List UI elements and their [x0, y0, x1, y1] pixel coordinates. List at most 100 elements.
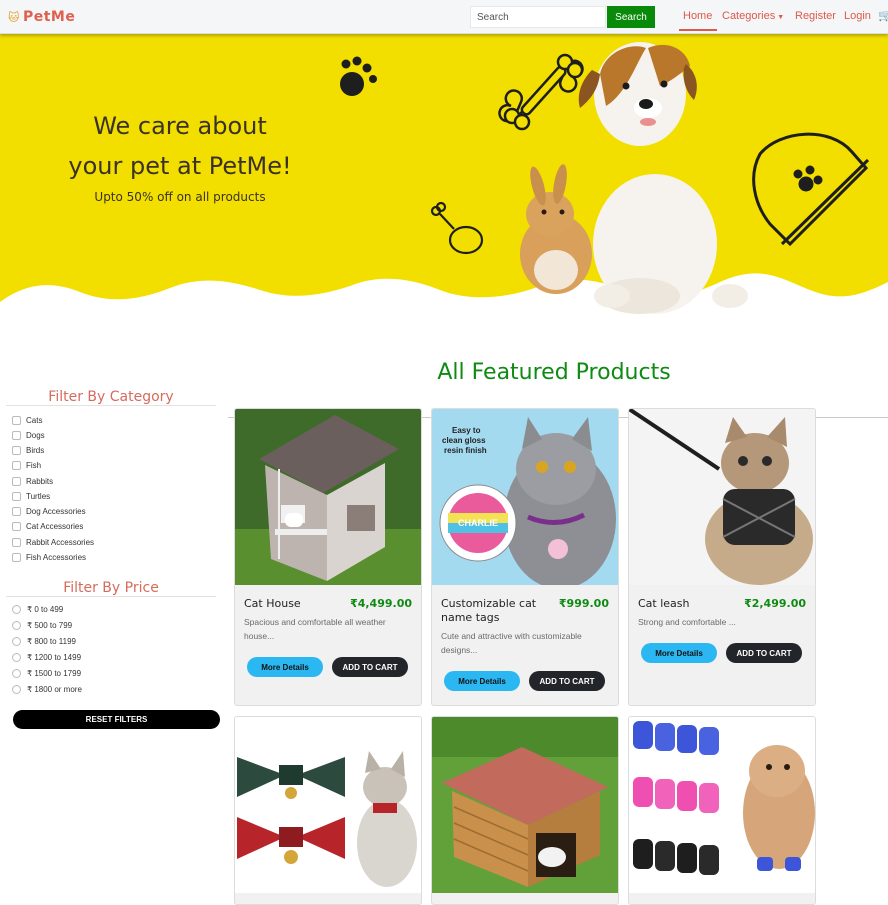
svg-text:clean gloss: clean gloss — [442, 436, 486, 445]
category-checkbox-fish-accessories[interactable]: Fish Accessories — [12, 551, 86, 563]
add-to-cart-button[interactable]: ADD TO CART — [726, 643, 802, 663]
category-checkbox-cats[interactable]: Cats — [12, 414, 42, 426]
brand-logo[interactable]: 🐱 PetMe — [8, 9, 75, 25]
checkbox[interactable] — [12, 476, 21, 486]
checkbox[interactable] — [12, 521, 21, 531]
checkbox[interactable] — [12, 445, 21, 455]
category-label: Rabbit Accessories — [26, 537, 95, 547]
price-radio-500-799[interactable]: ₹ 500 to 799 — [12, 619, 72, 631]
hero-title-line2: your pet at PetMe! — [68, 152, 292, 180]
add-to-cart-button[interactable]: ADD TO CART — [529, 671, 605, 691]
product-image-cat-name-tags[interactable]: Easy to clean gloss resin finish CHARLIE — [432, 409, 618, 585]
category-label: Turtles — [26, 491, 51, 501]
divider — [6, 596, 216, 597]
category-checkbox-dogs[interactable]: Dogs — [12, 429, 45, 441]
svg-text:resin finish: resin finish — [444, 446, 487, 455]
nav-categories-label: Categories — [722, 10, 776, 22]
nav-categories[interactable]: Categories ▼ — [722, 10, 784, 22]
nav-login[interactable]: Login — [844, 10, 871, 22]
search-button[interactable]: Search — [607, 6, 655, 28]
cart-icon[interactable]: 🛒 — [878, 9, 888, 22]
hero-subtitle: Upto 50% off on all products — [94, 190, 266, 204]
product-card — [431, 716, 619, 905]
category-label: Birds — [26, 445, 45, 455]
more-details-button[interactable]: More Details — [641, 643, 717, 663]
svg-text:CHARLIE: CHARLIE — [458, 518, 498, 528]
cat-face-icon: 🐱 — [8, 11, 20, 24]
section-title: All Featured Products — [437, 360, 671, 385]
radio-button[interactable] — [12, 620, 21, 630]
product-name[interactable]: Customizable cat name tags — [441, 597, 561, 625]
caret-down-icon: ▼ — [777, 14, 785, 21]
price-radio-800-1199[interactable]: ₹ 800 to 1199 — [12, 635, 76, 647]
price-filter-heading: Filter By Price — [63, 580, 159, 596]
active-nav-indicator — [679, 29, 717, 31]
nav-register[interactable]: Register — [795, 10, 836, 22]
navbar: 🐱PetMe Search Home Categories▼ Register … — [0, 0, 888, 34]
category-filter-heading: Filter By Category — [48, 389, 174, 405]
price-radio-1200-1499[interactable]: ₹ 1200 to 1499 — [12, 651, 81, 663]
price-label: ₹ 800 to 1199 — [27, 636, 76, 646]
price-label: ₹ 500 to 799 — [27, 620, 73, 630]
product-price: ₹4,499.00 — [350, 597, 412, 610]
checkbox[interactable] — [12, 430, 21, 440]
product-description: Spacious and comfortable all weather hou… — [244, 617, 386, 641]
reset-filters-button[interactable]: RESET FILTERS — [13, 710, 220, 729]
price-label: ₹ 1200 to 1499 — [27, 652, 82, 662]
svg-text:Easy to: Easy to — [452, 426, 481, 435]
category-checkbox-fish[interactable]: Fish — [12, 459, 41, 471]
price-label: ₹ 1800 or more — [27, 684, 82, 694]
radio-button[interactable] — [12, 636, 21, 646]
product-image-cat-leash[interactable] — [629, 409, 815, 585]
product-image-dog-boots[interactable] — [629, 717, 815, 893]
category-label: Dogs — [26, 430, 45, 440]
category-label: Cat Accessories — [26, 521, 84, 531]
product-card: Cat House ₹4,499.00 Spacious and comfort… — [234, 408, 422, 706]
product-name[interactable]: Cat House — [244, 597, 301, 611]
radio-button[interactable] — [12, 652, 21, 662]
checkbox[interactable] — [12, 491, 21, 501]
radio-button[interactable] — [12, 668, 21, 678]
checkbox[interactable] — [12, 537, 21, 547]
product-card — [628, 716, 816, 905]
radio-button[interactable] — [12, 604, 21, 614]
category-checkbox-birds[interactable]: Birds — [12, 444, 44, 456]
product-card — [234, 716, 422, 905]
checkbox[interactable] — [12, 415, 21, 425]
brand-name: PetMe — [22, 9, 76, 25]
nav-home[interactable]: Home — [683, 10, 712, 22]
price-label: ₹ 1500 to 1799 — [27, 668, 82, 678]
product-image-cat-house[interactable] — [235, 409, 421, 585]
divider — [6, 405, 216, 406]
radio-button[interactable] — [12, 684, 21, 694]
category-label: Rabbits — [26, 476, 54, 486]
category-label: Fish — [26, 460, 42, 470]
checkbox[interactable] — [12, 460, 21, 470]
more-details-button[interactable]: More Details — [247, 657, 323, 677]
price-radio-0-499[interactable]: ₹ 0 to 499 — [12, 603, 63, 615]
category-label: Dog Accessories — [26, 506, 86, 516]
category-checkbox-cat-accessories[interactable]: Cat Accessories — [12, 520, 83, 532]
product-description: Cute and attractive with customizable de… — [441, 631, 582, 655]
category-checkbox-dog-accessories[interactable]: Dog Accessories — [12, 505, 86, 517]
category-checkbox-rabbits[interactable]: Rabbits — [12, 475, 53, 487]
product-price: ₹2,499.00 — [744, 597, 806, 610]
hero-title-line1: We care about — [93, 112, 267, 140]
product-card: Easy to clean gloss resin finish CHARLIE… — [431, 408, 619, 706]
price-radio-1800-plus[interactable]: ₹ 1800 or more — [12, 683, 82, 695]
price-label: ₹ 0 to 499 — [27, 604, 64, 614]
search-input[interactable] — [470, 6, 606, 28]
checkbox[interactable] — [12, 552, 21, 562]
add-to-cart-button[interactable]: ADD TO CART — [332, 657, 408, 677]
product-image-dog-house[interactable] — [432, 717, 618, 893]
category-label: Fish Accessories — [26, 552, 87, 562]
more-details-button[interactable]: More Details — [444, 671, 520, 691]
product-name[interactable]: Cat leash — [638, 597, 690, 611]
category-checkbox-rabbit-accessories[interactable]: Rabbit Accessories — [12, 536, 94, 548]
category-checkbox-turtles[interactable]: Turtles — [12, 490, 50, 502]
product-image-cat-bow-collars[interactable] — [235, 717, 421, 893]
product-card: Cat leash ₹2,499.00 Strong and comfortab… — [628, 408, 816, 706]
product-description: Strong and comfortable ... — [638, 617, 736, 627]
checkbox[interactable] — [12, 506, 21, 516]
price-radio-1500-1799[interactable]: ₹ 1500 to 1799 — [12, 667, 81, 679]
